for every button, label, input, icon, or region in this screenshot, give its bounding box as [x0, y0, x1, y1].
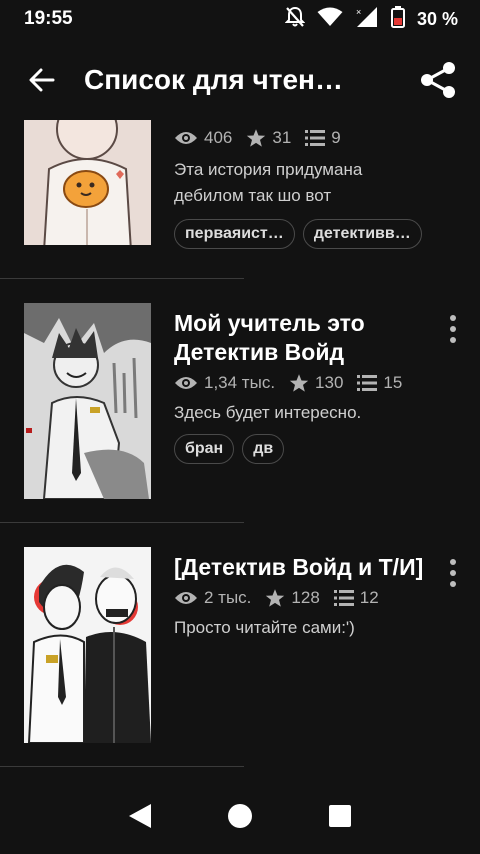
story-item[interactable]: 406 31 9 Эта история придумана дебилом т…	[0, 120, 480, 277]
reading-list[interactable]: 406 31 9 Эта история придумана дебилом т…	[0, 120, 480, 775]
share-icon	[421, 62, 455, 98]
story-info: [Детектив Войд и Т/И] 2 тыс. 128 12 Прос…	[174, 553, 436, 641]
story-item[interactable]: [Детектив Войд и Т/И] 2 тыс. 128 12 Прос…	[0, 547, 480, 767]
back-triangle-icon	[129, 804, 151, 828]
story-title[interactable]: Мой учитель это Детектив Войд	[174, 309, 436, 367]
parts-count: 9	[331, 128, 341, 147]
views-count: 406	[204, 128, 233, 147]
tag-chip[interactable]: бран	[174, 434, 235, 464]
story-description: Здесь будет интересно.	[174, 403, 362, 422]
story-item[interactable]: Мой учитель это Детектив Войд 1,34 тыс. …	[0, 303, 480, 523]
story-info: Мой учитель это Детектив Войд 1,34 тыс. …	[174, 309, 436, 464]
parts-count: 12	[359, 588, 379, 607]
story-stats: 406 31 9	[174, 125, 436, 151]
list-icon	[305, 129, 326, 147]
system-nav-bar	[0, 778, 480, 854]
arrow-back-icon	[29, 68, 55, 92]
story-description: Эта история придумана дебилом так шо вот	[174, 160, 363, 205]
divider	[0, 766, 244, 767]
more-options-button[interactable]	[440, 553, 466, 593]
share-button[interactable]	[410, 52, 466, 108]
story-stats: 1,34 тыс. 130 15	[174, 370, 436, 396]
nav-back-button[interactable]	[110, 786, 170, 846]
eye-icon	[174, 590, 198, 606]
battery-percent: 30 %	[416, 8, 458, 29]
app-bar: Список для чтени…	[0, 38, 480, 122]
star-icon	[289, 373, 309, 393]
divider	[0, 522, 244, 523]
status-bar: 19:55 × 30 %	[0, 0, 480, 38]
story-title[interactable]: [Детектив Войд и Т/И]	[174, 553, 436, 582]
story-cover[interactable]	[24, 303, 151, 499]
views-count: 1,34 тыс.	[204, 373, 276, 392]
votes-count: 130	[315, 373, 344, 392]
story-info: 406 31 9 Эта история придумана дебилом т…	[174, 125, 436, 249]
story-description: Просто читайте сами:')	[174, 618, 355, 637]
votes-count: 31	[272, 128, 292, 147]
status-time: 19:55	[24, 8, 73, 29]
eye-icon	[174, 375, 198, 391]
story-cover[interactable]	[24, 120, 151, 245]
star-icon	[246, 128, 266, 148]
home-circle-icon	[228, 804, 252, 828]
divider	[0, 278, 244, 279]
story-cover[interactable]	[24, 547, 151, 743]
votes-count: 128	[291, 588, 320, 607]
views-count: 2 тыс.	[204, 588, 252, 607]
recents-square-icon	[329, 805, 351, 827]
tag-list: бран дв	[174, 434, 436, 464]
parts-count: 15	[383, 373, 403, 392]
nav-home-button[interactable]	[210, 786, 270, 846]
story-stats: 2 тыс. 128 12	[174, 585, 436, 611]
list-icon	[357, 374, 378, 392]
tag-chip[interactable]: детективв…	[302, 219, 422, 249]
more-vert-icon	[450, 559, 456, 565]
svg-text:×: ×	[356, 7, 361, 17]
battery-icon	[390, 5, 405, 33]
page-title: Список для чтени…	[84, 64, 360, 95]
tag-list: перваяист… детективв…	[174, 219, 436, 249]
more-vert-icon	[450, 315, 456, 321]
tag-chip[interactable]: дв	[242, 434, 285, 464]
wifi-icon	[317, 7, 343, 32]
more-options-button[interactable]	[440, 309, 466, 349]
star-icon	[265, 588, 285, 608]
nav-recents-button[interactable]	[310, 786, 370, 846]
cell-signal-icon: ×	[355, 6, 379, 33]
back-button[interactable]	[0, 38, 84, 122]
eye-icon	[174, 130, 198, 146]
status-icons: × 30 %	[284, 5, 458, 33]
list-icon	[333, 589, 354, 607]
notifications-off-icon	[284, 6, 306, 33]
tag-chip[interactable]: перваяист…	[174, 219, 295, 249]
